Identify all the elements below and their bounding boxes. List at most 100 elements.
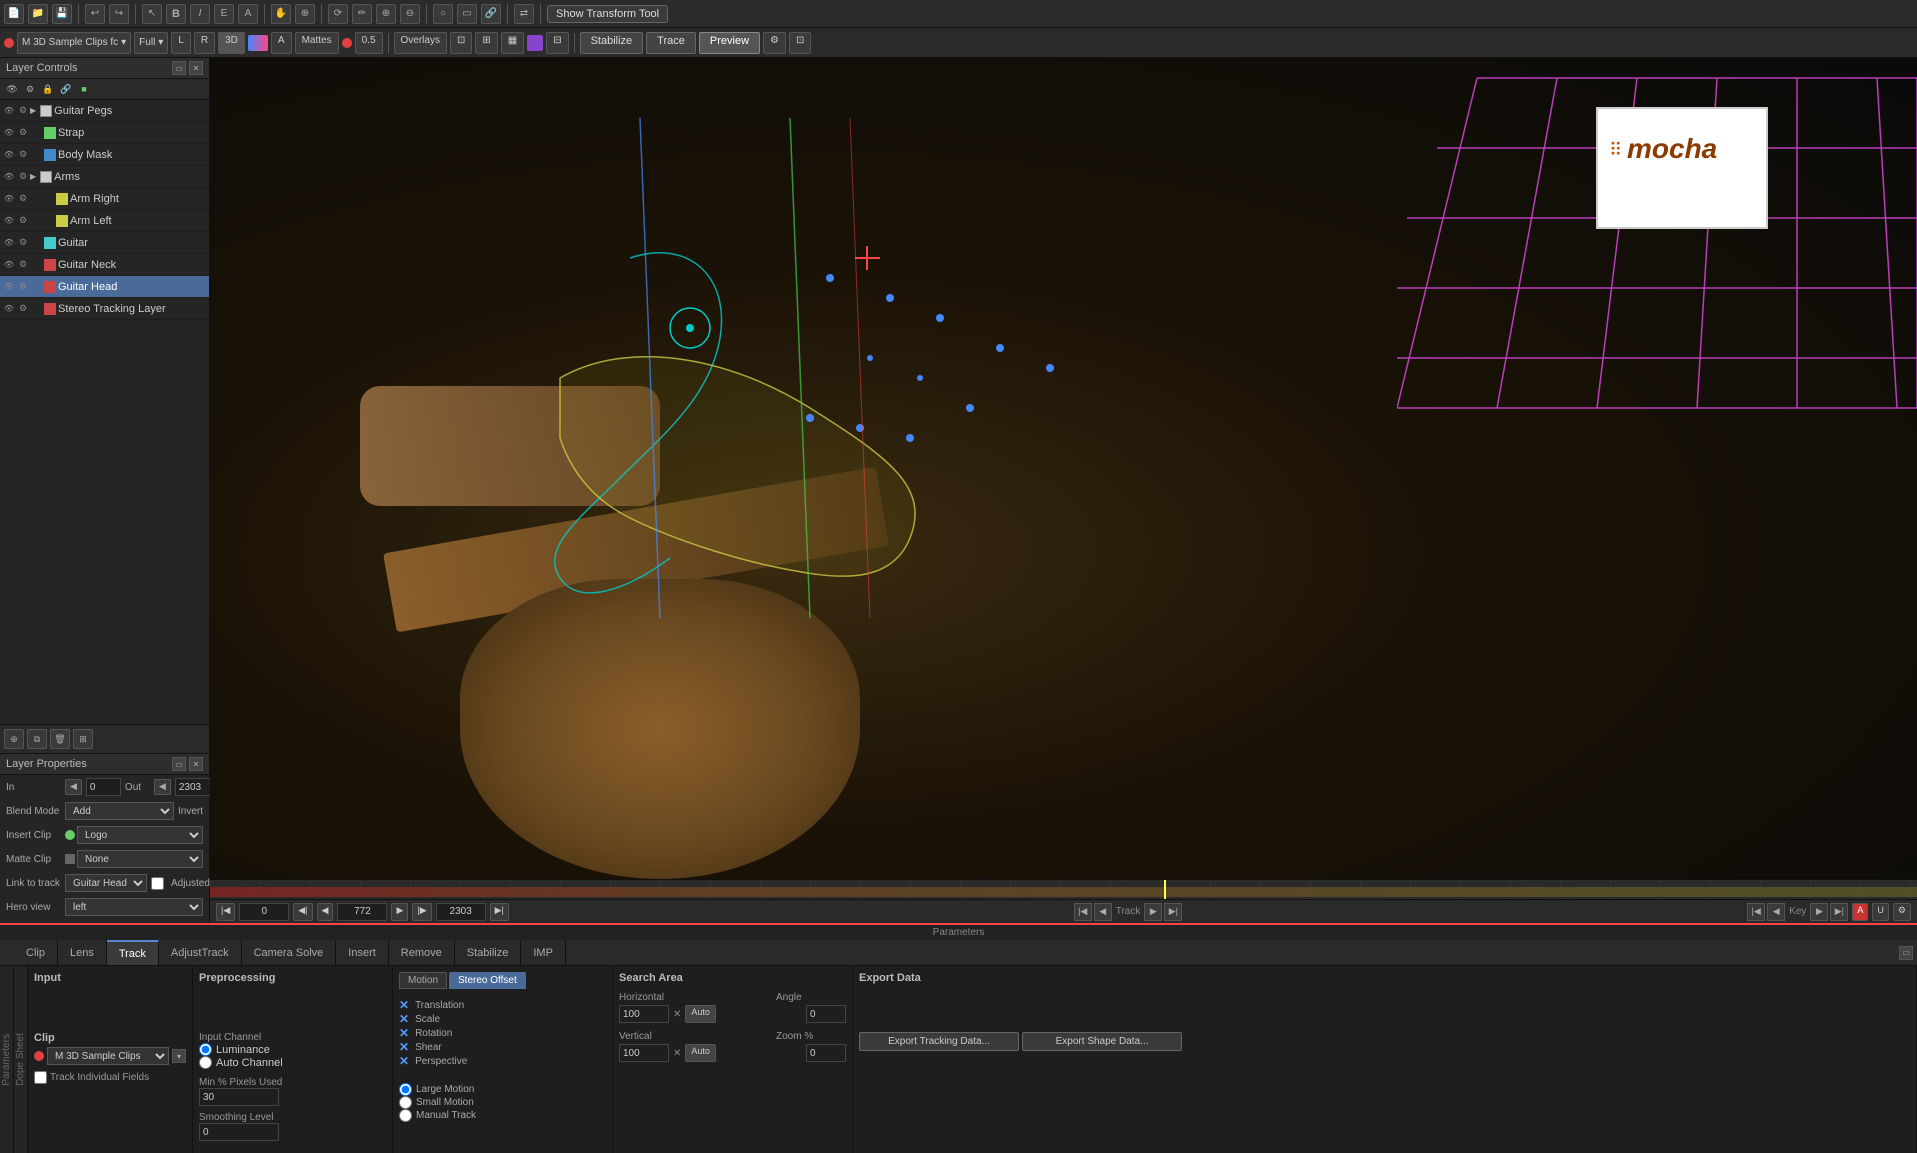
layer-row[interactable]: 👁 ⚙ Body Mask (0, 144, 209, 166)
in-step-left[interactable]: ◀ (65, 779, 82, 795)
mattes-button[interactable]: Mattes (295, 32, 339, 54)
opacity-value[interactable]: 0.5 (355, 32, 383, 54)
show-transform-button[interactable]: Show Transform Tool (547, 5, 668, 23)
luminance-radio[interactable] (199, 1043, 212, 1056)
tc-prev-frame[interactable]: ◀| (293, 903, 312, 921)
view-mode-dropdown[interactable]: Full ▾ (134, 32, 168, 54)
lch-gear-icon[interactable]: ⚙ (22, 81, 38, 97)
link-icon[interactable]: 🔗 (481, 4, 501, 24)
layer-row[interactable]: 👁 ⚙ Arm Right (0, 188, 209, 210)
rect-icon[interactable]: ▭ (457, 4, 477, 24)
cursor-icon[interactable]: ↖ (142, 4, 162, 24)
vertical-input[interactable] (619, 1044, 669, 1062)
tc-add-key[interactable]: A (1852, 903, 1868, 921)
small-motion-radio[interactable] (399, 1096, 412, 1109)
large-motion-radio[interactable] (399, 1083, 412, 1096)
out-value-input[interactable] (175, 778, 215, 796)
tab-camera-solve[interactable]: Camera Solve (242, 940, 337, 965)
out-step-left[interactable]: ◀ (154, 779, 171, 795)
e-icon[interactable]: E (214, 4, 234, 24)
in-value-input[interactable] (86, 778, 121, 796)
plus-icon[interactable]: ⊕ (376, 4, 396, 24)
tc-nav-end[interactable]: ▶| (1164, 903, 1182, 921)
layer-visibility-icon[interactable]: 👁 (2, 104, 16, 118)
i-icon[interactable]: I (190, 4, 210, 24)
horizontal-auto-btn[interactable]: Auto (685, 1005, 716, 1023)
delete-layer-icon[interactable]: 🗑 (50, 729, 70, 749)
blend-mode-dropdown[interactable]: Add Normal Multiply (65, 802, 174, 820)
file-icon[interactable]: 📄 (4, 4, 24, 24)
layer-visibility-icon[interactable]: 👁 (2, 236, 16, 250)
tc-play-back[interactable]: ◀ (317, 903, 334, 921)
link-to-track-dropdown[interactable]: Guitar Head (65, 874, 147, 892)
panel-close-icon[interactable]: ✕ (189, 61, 203, 75)
color-toggle[interactable] (248, 35, 268, 51)
lp-close-icon[interactable]: ✕ (189, 757, 203, 771)
b-icon[interactable]: B (166, 4, 186, 24)
3d-button[interactable]: 3D (218, 32, 245, 54)
overlays-button[interactable]: Overlays (394, 32, 447, 54)
undo-icon[interactable]: ↩ (85, 4, 105, 24)
tab-imp[interactable]: IMP (521, 940, 566, 965)
layer-row[interactable]: 👁 ⚙ ▶ Guitar Pegs (0, 100, 209, 122)
smoothing-input[interactable] (199, 1123, 279, 1141)
clip-arrow[interactable]: ▾ (172, 1049, 186, 1063)
transform-icon[interactable]: ⇄ (514, 4, 534, 24)
horizontal-input[interactable] (619, 1005, 669, 1023)
layer-visibility-icon[interactable]: 👁 (2, 258, 16, 272)
params-collapse-icon[interactable]: ▭ (1899, 946, 1913, 960)
left-eye-button[interactable]: L (171, 32, 191, 54)
layer-visibility-icon[interactable]: 👁 (2, 192, 16, 206)
tab-stabilize[interactable]: Stabilize (455, 940, 522, 965)
tc-key-end[interactable]: ▶| (1830, 903, 1848, 921)
add-layer-icon[interactable]: ⊕ (4, 729, 24, 749)
tab-lens[interactable]: Lens (58, 940, 107, 965)
layer-visibility-icon[interactable]: 👁 (2, 280, 16, 294)
tc-start-input[interactable] (239, 903, 289, 921)
lch-lock-icon[interactable]: 🔒 (40, 81, 56, 97)
layer-visibility-icon[interactable]: 👁 (2, 302, 16, 316)
adjusted-checkbox[interactable] (151, 877, 164, 890)
zoom-input[interactable] (806, 1044, 846, 1062)
duplicate-layer-icon[interactable]: ⧉ (27, 729, 47, 749)
stabilize-button[interactable]: Stabilize (580, 32, 644, 54)
color-box-1[interactable] (527, 35, 543, 51)
vertical-auto-btn[interactable]: Auto (685, 1044, 716, 1062)
clip-select[interactable]: M 3D Sample Clips (47, 1047, 169, 1065)
layer-row[interactable]: 👁 ⚙ Guitar (0, 232, 209, 254)
insert-clip-dropdown[interactable]: Logo None (77, 826, 203, 844)
pen-icon[interactable]: ✏ (352, 4, 372, 24)
lch-color-icon[interactable]: ■ (76, 81, 92, 97)
tc-nav-prev[interactable]: ◀ (1094, 903, 1112, 921)
a-view-button[interactable]: A (271, 32, 292, 54)
tab-adjusttrack[interactable]: AdjustTrack (159, 940, 242, 965)
sub-tab-motion[interactable]: Motion (399, 972, 447, 989)
export-shape-button[interactable]: Export Shape Data... (1022, 1032, 1182, 1051)
matte-clip-dropdown[interactable]: None (77, 850, 203, 868)
rotate-icon[interactable]: ⟳ (328, 4, 348, 24)
overlay-icon-4[interactable]: ⊟ (546, 32, 568, 54)
layer-visibility-icon[interactable]: 👁 (2, 126, 16, 140)
tc-frame-start[interactable]: |◀ (216, 903, 235, 921)
panel-collapse-icon[interactable]: ▭ (172, 61, 186, 75)
tc-key-settings[interactable]: ⚙ (1893, 903, 1911, 921)
overlay-icon-2[interactable]: ⊞ (475, 32, 497, 54)
save-icon[interactable]: 💾 (52, 4, 72, 24)
lp-collapse-icon[interactable]: ▭ (172, 757, 186, 771)
circle-icon[interactable]: ○ (433, 4, 453, 24)
tab-remove[interactable]: Remove (389, 940, 455, 965)
layer-row-selected[interactable]: 👁 ⚙ Guitar Head (0, 276, 209, 298)
folder-icon[interactable]: 📁 (28, 4, 48, 24)
redo-icon[interactable]: ↪ (109, 4, 129, 24)
tab-insert[interactable]: Insert (336, 940, 389, 965)
layer-visibility-icon[interactable]: 👁 (2, 170, 16, 184)
minus-icon[interactable]: ⊖ (400, 4, 420, 24)
right-eye-button[interactable]: R (194, 32, 215, 54)
hero-view-dropdown[interactable]: left right (65, 898, 203, 916)
tc-end-input[interactable] (436, 903, 486, 921)
layer-row[interactable]: 👁 ⚙ Stereo Tracking Layer (0, 298, 209, 320)
tc-key-next[interactable]: ▶ (1810, 903, 1828, 921)
tab-track[interactable]: Track (107, 940, 159, 965)
angle-input[interactable] (806, 1005, 846, 1023)
fullscreen-icon[interactable]: ⊡ (789, 32, 811, 54)
